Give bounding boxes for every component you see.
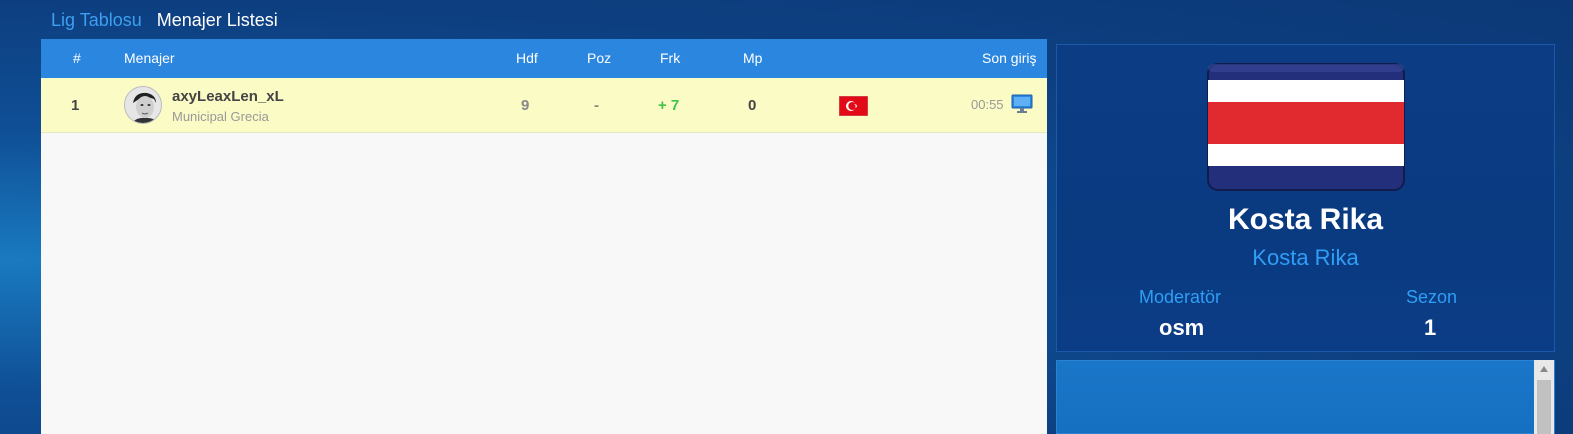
moderator-label: Moderatör [1139, 287, 1222, 307]
tab-menajer-listesi[interactable]: Menajer Listesi [157, 10, 278, 31]
poz-value: - [594, 97, 599, 114]
table-row[interactable]: 1 axyLeaxLen_xL Municipal Grecia 9 - + 7… [41, 78, 1047, 133]
tab-bar: Lig Tablosu Menajer Listesi [51, 10, 278, 31]
scroll-thumb[interactable] [1537, 380, 1551, 434]
secondary-panel [1056, 360, 1555, 434]
season-label: Sezon [1406, 287, 1458, 307]
col-header-poz[interactable]: Poz [587, 50, 611, 66]
avatar[interactable] [124, 86, 162, 124]
col-header-hdf[interactable]: Hdf [516, 50, 538, 66]
monitor-icon[interactable] [1011, 94, 1033, 114]
col-header-rank[interactable]: # [73, 50, 81, 66]
costa-rica-flag [1207, 63, 1405, 191]
frk-value: + 7 [658, 97, 680, 114]
manager-name[interactable]: axyLeaxLen_xL [172, 88, 284, 105]
moderator-value[interactable]: osm [1159, 315, 1204, 341]
hdf-value: 9 [521, 97, 530, 114]
country-title: Kosta Rika [1227, 203, 1384, 236]
col-header-last-login[interactable]: Son giriş [982, 50, 1036, 66]
scrollbar[interactable] [1534, 360, 1554, 434]
country-card: Kosta Rika Kosta Rika Moderatör osm Sezo… [1056, 44, 1555, 352]
col-header-frk[interactable]: Frk [660, 50, 680, 66]
manager-team[interactable]: Municipal Grecia [172, 109, 269, 124]
mp-value: 0 [748, 97, 757, 114]
turkey-flag-icon [839, 96, 868, 116]
table-header: # Menajer Hdf Poz Frk Mp Son giriş [41, 39, 1047, 78]
manager-table-panel: # Menajer Hdf Poz Frk Mp Son giriş 1 axy… [41, 39, 1047, 434]
rank-value: 1 [71, 97, 80, 114]
scroll-up-arrow-icon[interactable] [1534, 360, 1554, 378]
season-value: 1 [1424, 315, 1437, 340]
col-header-manager[interactable]: Menajer [124, 50, 175, 66]
last-login-time: 00:55 [971, 97, 1004, 112]
tab-lig-tablosu[interactable]: Lig Tablosu [51, 10, 142, 31]
country-subtitle[interactable]: Kosta Rika [1057, 245, 1554, 271]
col-header-mp[interactable]: Mp [743, 50, 762, 66]
